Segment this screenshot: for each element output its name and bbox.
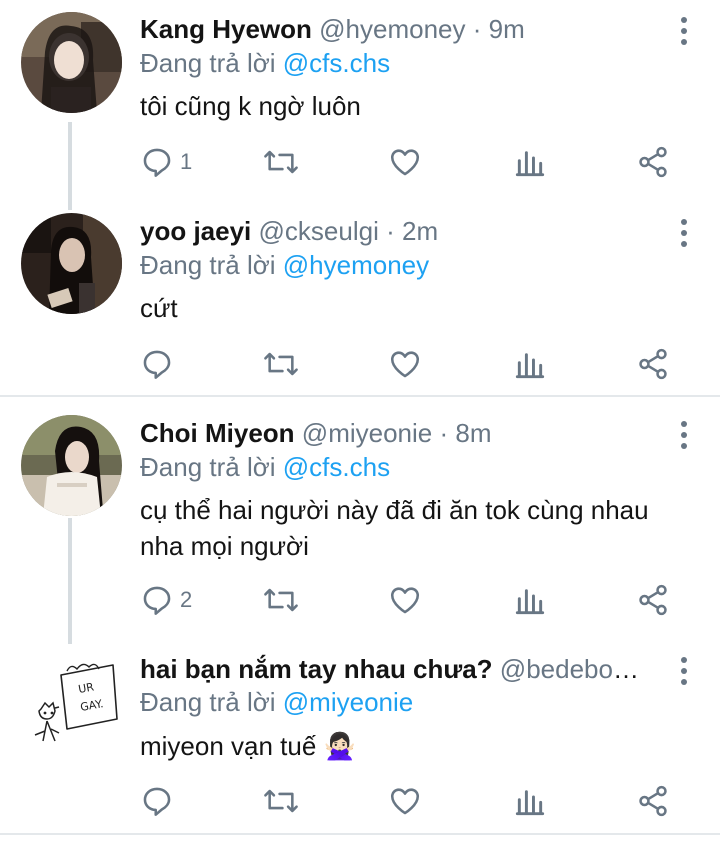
share-button[interactable] — [636, 580, 670, 620]
author-handle[interactable]: @bedebon… — [500, 654, 650, 684]
photo-avatar-icon — [21, 213, 122, 314]
like-icon — [390, 587, 420, 614]
tweet-actions: 1 — [140, 142, 680, 182]
separator-dot: · — [472, 14, 482, 44]
share-icon — [639, 785, 667, 817]
retweet-button[interactable] — [262, 142, 300, 182]
analytics-button[interactable] — [514, 344, 546, 384]
analytics-icon — [515, 589, 545, 615]
mention-link[interactable]: @cfs.chs — [283, 452, 390, 482]
tweet-text: cứt — [140, 293, 178, 323]
tweet-text: cụ thể hai người này đã đi ăn tok cùng n… — [140, 495, 649, 561]
avatar[interactable]: UR GAY. — [21, 647, 122, 748]
divider — [0, 833, 720, 835]
reply-icon — [143, 586, 171, 615]
retweet-icon — [264, 789, 298, 813]
replying-to: Đang trả lời @cfs.chs — [140, 449, 390, 485]
avatar[interactable] — [21, 12, 122, 113]
author-handle[interactable]: @ckseulgi — [259, 216, 379, 246]
reply-button[interactable]: 1 — [140, 142, 192, 182]
tweet-text: tôi cũng k ngờ luôn — [140, 91, 361, 121]
like-icon — [390, 149, 420, 176]
author-name[interactable]: yoo jaeyi — [140, 216, 251, 246]
like-icon — [390, 788, 420, 815]
more-options-icon[interactable] — [674, 418, 694, 454]
analytics-button[interactable] — [514, 580, 546, 620]
replying-to-label: Đang trả lời — [140, 687, 283, 717]
timestamp[interactable]: 2m — [402, 216, 438, 246]
reply-count: 2 — [180, 587, 193, 612]
replying-to-label: Đang trả lời — [140, 452, 283, 482]
retweet-icon — [264, 588, 298, 612]
timestamp[interactable]: 8m — [455, 418, 491, 448]
retweet-icon — [264, 150, 298, 174]
more-options-icon[interactable] — [674, 14, 694, 50]
analytics-icon — [515, 151, 545, 177]
tweet[interactable]: Choi Miyeon @miyeonie · 8m Đang trả lời … — [0, 397, 720, 637]
avatar[interactable] — [21, 415, 122, 516]
more-options-icon[interactable] — [674, 216, 694, 252]
retweet-button[interactable] — [262, 781, 300, 821]
reply-count: 1 — [180, 149, 193, 174]
like-icon — [390, 351, 420, 378]
analytics-button[interactable] — [514, 781, 546, 821]
tweet-actions: 2 — [140, 580, 680, 620]
retweet-icon — [264, 352, 298, 376]
like-button[interactable] — [388, 344, 422, 384]
replying-to-label: Đang trả lời — [140, 250, 283, 280]
photo-avatar-icon — [21, 415, 122, 516]
reply-button[interactable] — [140, 781, 180, 821]
share-icon — [639, 146, 667, 178]
svg-text:UR: UR — [77, 680, 95, 696]
tweet-header: hai bạn nắm tay nhau chưa? @bedebon… — [140, 649, 650, 689]
reply-icon — [143, 350, 171, 379]
author-handle[interactable]: @hyemoney — [319, 14, 465, 44]
author-handle[interactable]: @miyeonie — [302, 418, 432, 448]
mention-link[interactable]: @cfs.chs — [283, 48, 390, 78]
retweet-button[interactable] — [262, 344, 300, 384]
replying-to: Đang trả lời @miyeonie — [140, 684, 413, 720]
replying-to: Đang trả lời @cfs.chs — [140, 45, 390, 81]
share-icon — [639, 584, 667, 616]
retweet-button[interactable] — [262, 580, 300, 620]
share-button[interactable] — [636, 142, 670, 182]
mention-link[interactable]: @hyemoney — [283, 250, 429, 280]
tweet-text: miyeon vạn tuế 🙅🏻‍♀️ — [140, 731, 356, 761]
author-name[interactable]: Kang Hyewon — [140, 14, 312, 44]
timestamp[interactable]: 9m — [489, 14, 525, 44]
analytics-button[interactable] — [514, 142, 546, 182]
share-icon — [639, 348, 667, 380]
tweet[interactable]: Kang Hyewon @hyemoney · 9m Đang trả lời … — [0, 0, 720, 200]
like-button[interactable] — [388, 142, 422, 182]
separator-dot: · — [439, 418, 449, 448]
tweet-actions — [140, 781, 680, 821]
reply-icon — [143, 148, 171, 177]
share-button[interactable] — [636, 781, 670, 821]
reply-button[interactable]: 2 — [140, 580, 192, 620]
more-options-icon[interactable] — [674, 654, 694, 690]
tweet[interactable]: yoo jaeyi @ckseulgi · 2m Đang trả lời @h… — [0, 200, 720, 395]
avatar[interactable] — [21, 213, 122, 314]
share-button[interactable] — [636, 344, 670, 384]
tweet-actions — [140, 344, 680, 384]
author-name[interactable]: Choi Miyeon — [140, 418, 295, 448]
author-name[interactable]: hai bạn nắm tay nhau chưa? — [140, 654, 493, 684]
sketch-avatar-icon: UR GAY. — [21, 647, 122, 748]
tweet-header: Kang Hyewon @hyemoney · 9m — [140, 9, 650, 49]
reply-icon — [143, 787, 171, 816]
tweet-header: yoo jaeyi @ckseulgi · 2m — [140, 211, 650, 251]
replying-to: Đang trả lời @hyemoney — [140, 247, 429, 283]
analytics-icon — [515, 353, 545, 379]
like-button[interactable] — [388, 580, 422, 620]
tweet-header: Choi Miyeon @miyeonie · 8m — [140, 413, 650, 453]
separator-dot: · — [386, 216, 395, 246]
analytics-icon — [515, 790, 545, 816]
replying-to-label: Đang trả lời — [140, 48, 283, 78]
mention-link[interactable]: @miyeonie — [283, 687, 413, 717]
tweet[interactable]: UR GAY. hai bạn nắm tay nhau chưa? @bede… — [0, 637, 720, 837]
photo-avatar-icon — [21, 12, 122, 113]
like-button[interactable] — [388, 781, 422, 821]
reply-button[interactable] — [140, 344, 180, 384]
